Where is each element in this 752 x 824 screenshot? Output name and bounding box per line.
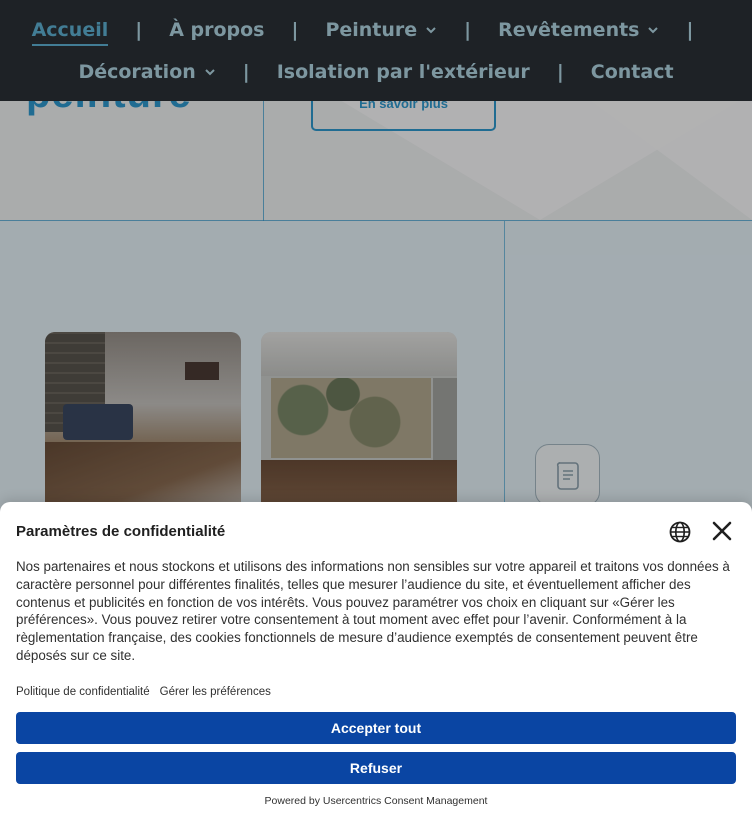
refuse-button[interactable]: Refuser xyxy=(16,752,736,784)
accept-all-button[interactable]: Accepter tout xyxy=(16,712,736,744)
privacy-consent-dialog: Paramètres de confidentialité Nos parten… xyxy=(0,502,752,824)
dialog-title: Paramètres de confidentialité xyxy=(16,523,226,540)
manage-preferences-link[interactable]: Gérer les préférences xyxy=(160,686,271,698)
privacy-policy-link[interactable]: Politique de confidentialité xyxy=(16,686,150,698)
globe-icon[interactable] xyxy=(668,520,692,544)
close-icon[interactable] xyxy=(711,520,733,542)
dialog-body-text: Nos partenaires et nous stockons et util… xyxy=(16,559,730,663)
powered-by-text: Powered by Usercentrics Consent Manageme… xyxy=(264,795,488,807)
dialog-links: Politique de confidentialité Gérer les p… xyxy=(16,686,271,698)
